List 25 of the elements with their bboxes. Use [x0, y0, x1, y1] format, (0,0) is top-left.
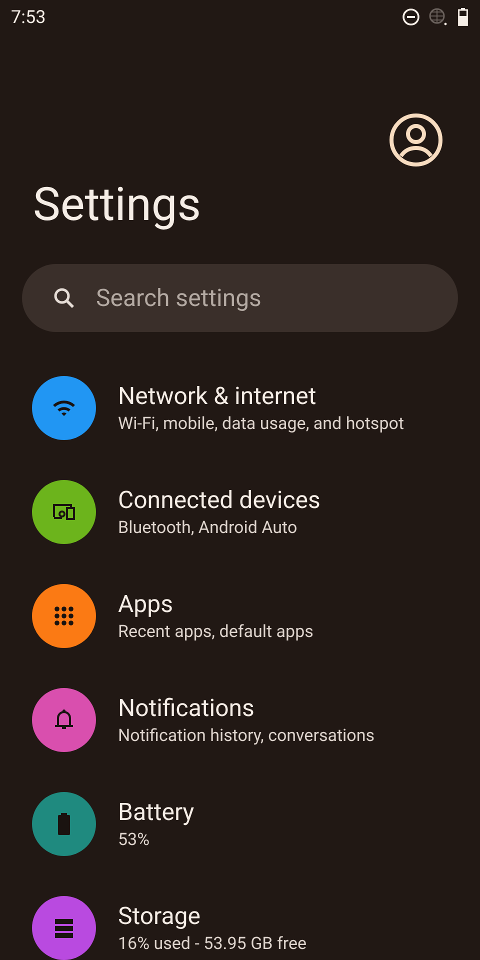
- item-subtitle: 16% used - 53.95 GB free: [118, 934, 307, 954]
- account-icon[interactable]: [389, 113, 443, 167]
- item-subtitle: 53%: [118, 830, 151, 850]
- item-subtitle: Notification history, conversations: [118, 726, 375, 746]
- item-subtitle: Recent apps, default apps: [118, 622, 314, 642]
- status-time: 7:53: [11, 6, 46, 28]
- search-field[interactable]: Search settings: [22, 264, 458, 332]
- battery-status-icon: [458, 8, 468, 26]
- item-title: Storage: [118, 902, 202, 930]
- page-title: Settings: [32, 177, 202, 233]
- item-title: Notifications: [118, 694, 256, 722]
- settings-item[interactable]: Connected devices Bluetooth, Android Auto: [0, 460, 480, 564]
- settings-item[interactable]: Apps Recent apps, default apps: [0, 564, 480, 668]
- item-title: Network & internet: [118, 382, 318, 410]
- item-title: Connected devices: [118, 486, 320, 514]
- item-title: Apps: [118, 590, 174, 618]
- settings-item[interactable]: Notifications Notification history, conversations: [0, 668, 480, 772]
- do-not-disturb-icon: [402, 8, 420, 26]
- settings-item[interactable]: Storage 16% used - 53.95 GB free: [0, 876, 480, 960]
- globe-icon: [429, 8, 449, 26]
- item-subtitle: Wi-Fi, mobile, data usage, and hotspot: [118, 414, 404, 434]
- settings-item[interactable]: Network & internet Wi-Fi, mobile, data usage, and hotspot: [0, 356, 480, 460]
- item-subtitle: Bluetooth, Android Auto: [118, 518, 298, 538]
- item-title: Battery: [118, 798, 194, 826]
- settings-item[interactable]: Battery 53%: [0, 772, 480, 876]
